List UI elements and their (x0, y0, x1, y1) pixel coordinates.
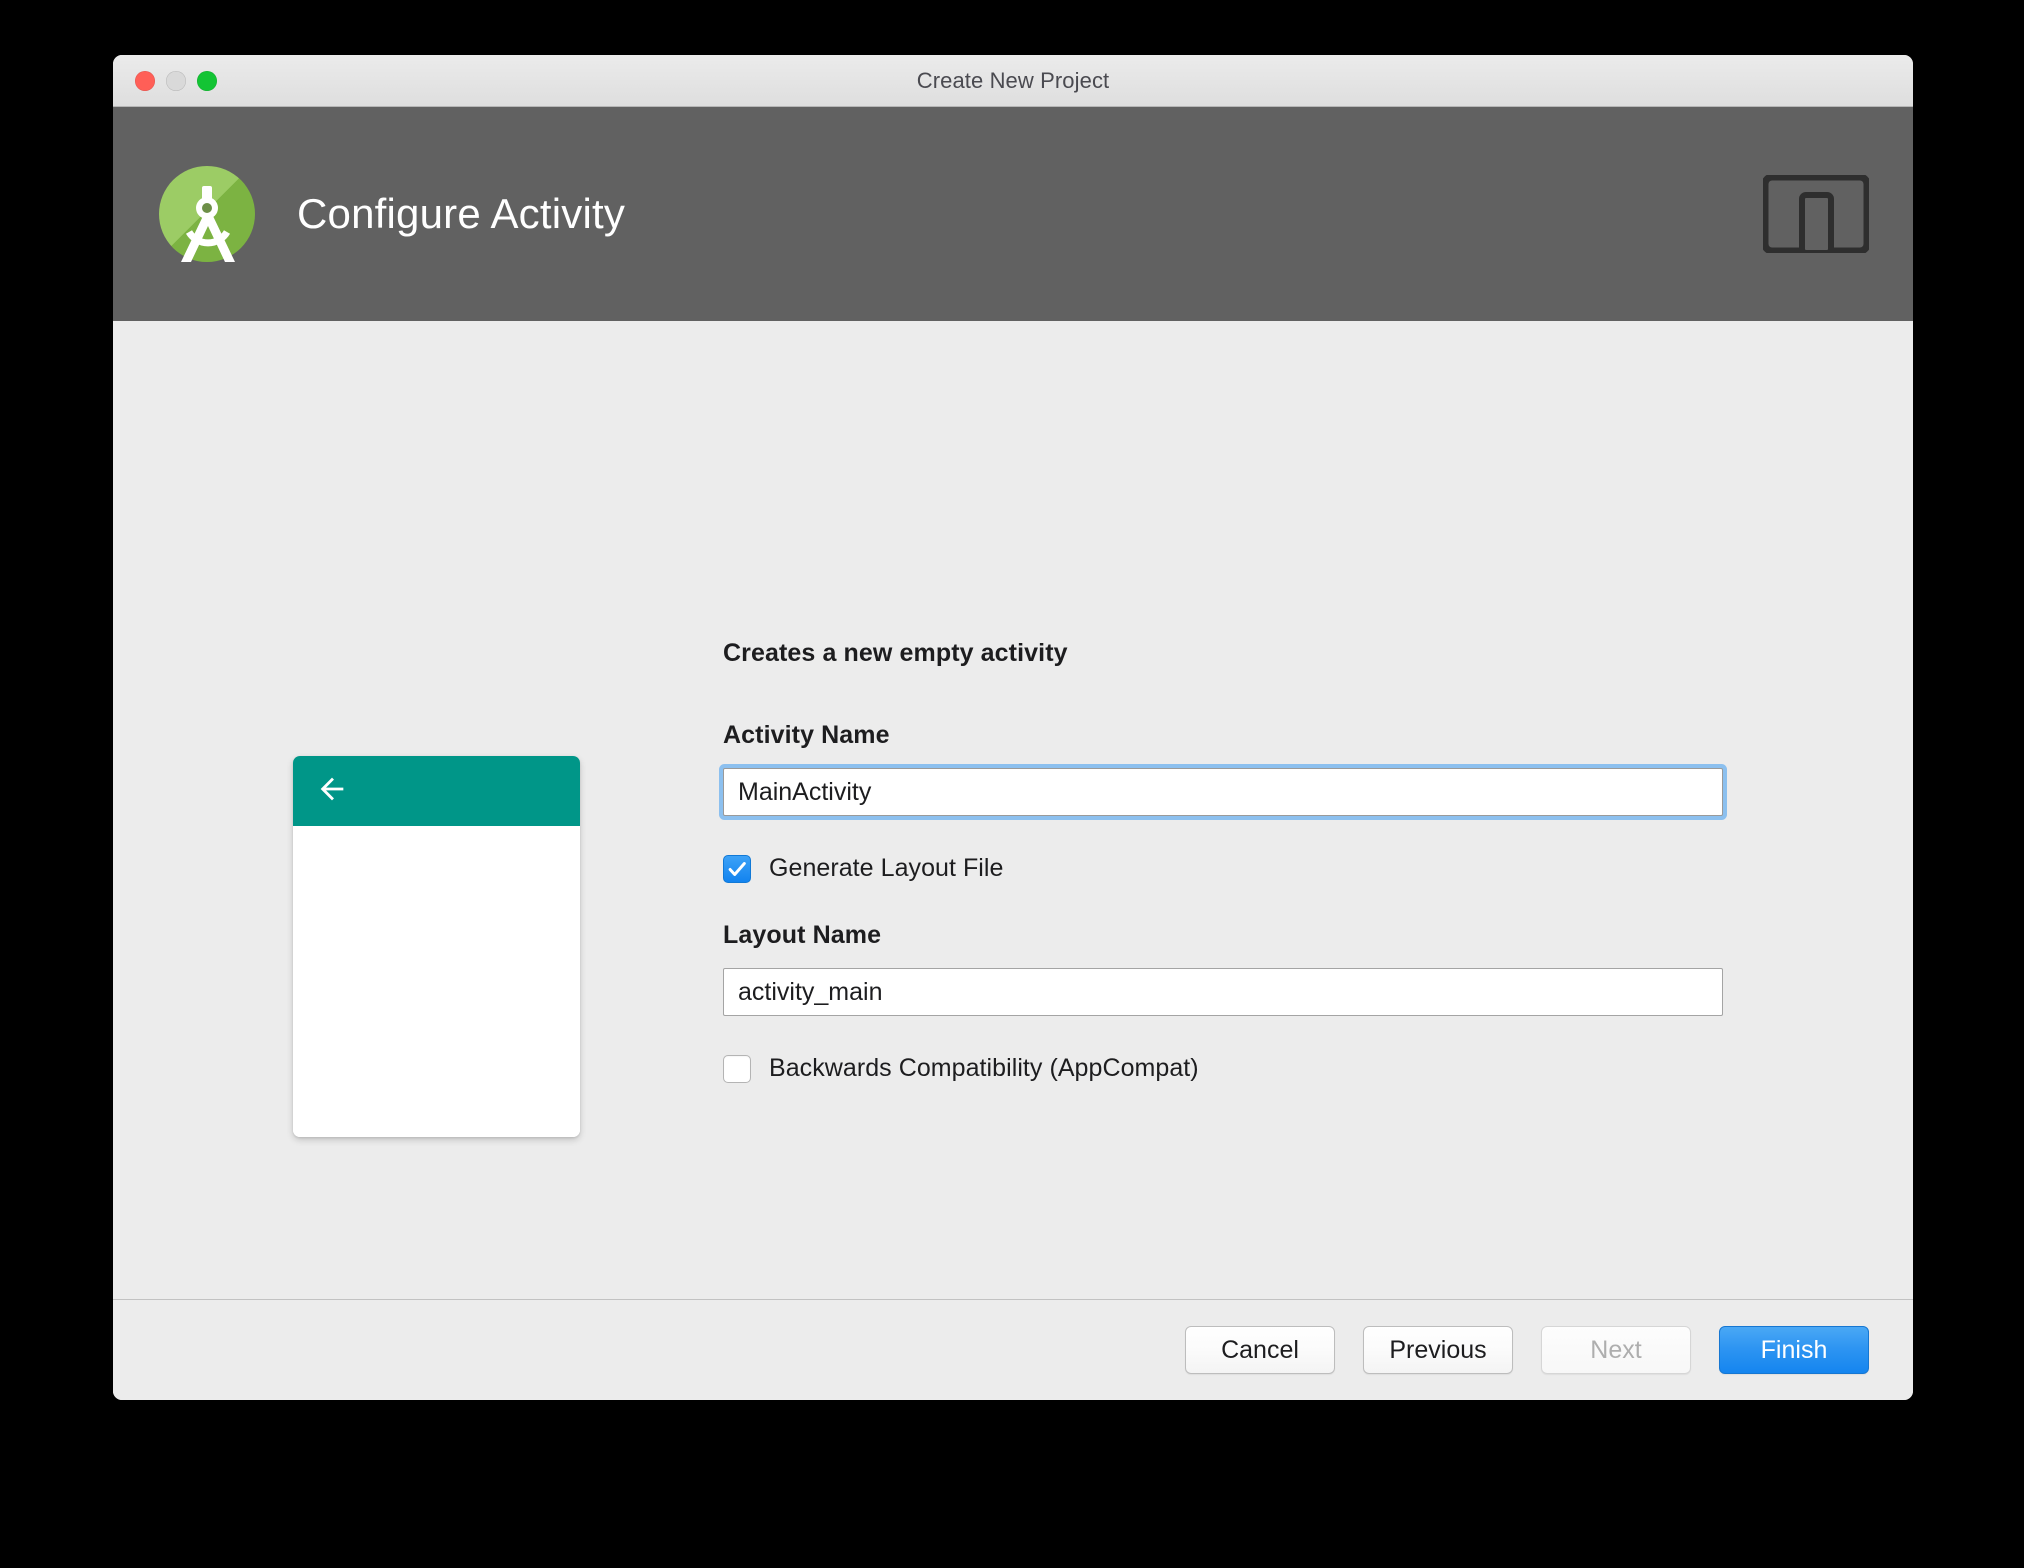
create-new-project-window: Create New Project Configure Activity (113, 55, 1913, 1400)
tablet-and-phone-icon (1763, 175, 1869, 253)
finish-button[interactable]: Finish (1719, 1326, 1869, 1374)
window-titlebar: Create New Project (113, 55, 1913, 107)
cancel-button[interactable]: Cancel (1185, 1326, 1335, 1374)
section-title: Creates a new empty activity (723, 639, 1068, 668)
generate-layout-file-row[interactable]: Generate Layout File (723, 854, 1723, 883)
arrow-left-icon (315, 772, 349, 811)
activity-preview-card (293, 756, 580, 1137)
window-title: Create New Project (113, 68, 1913, 94)
backwards-compatibility-label: Backwards Compatibility (AppCompat) (769, 1054, 1199, 1083)
wizard-header: Configure Activity (113, 107, 1913, 321)
generate-layout-file-label: Generate Layout File (769, 854, 1003, 883)
page-title: Configure Activity (297, 190, 625, 238)
layout-name-label: Layout Name (723, 921, 1723, 950)
layout-name-input[interactable] (723, 968, 1723, 1016)
activity-name-input[interactable] (723, 768, 1723, 816)
preview-content-area (293, 826, 580, 1137)
generate-layout-file-checkbox[interactable] (723, 855, 751, 883)
configure-activity-form: Activity Name Generate Layout File Layou… (723, 721, 1723, 1083)
wizard-footer: Cancel Previous Next Finish (113, 1299, 1913, 1400)
wizard-body: Creates a new empty activity Activity Na… (113, 321, 1913, 1299)
backwards-compatibility-row[interactable]: Backwards Compatibility (AppCompat) (723, 1054, 1723, 1083)
screen: Create New Project Configure Activity (0, 0, 2024, 1568)
android-studio-logo-icon (159, 166, 255, 262)
next-button[interactable]: Next (1541, 1326, 1691, 1374)
preview-appbar (293, 756, 580, 826)
activity-name-label: Activity Name (723, 721, 1723, 750)
previous-button[interactable]: Previous (1363, 1326, 1513, 1374)
backwards-compatibility-checkbox[interactable] (723, 1055, 751, 1083)
